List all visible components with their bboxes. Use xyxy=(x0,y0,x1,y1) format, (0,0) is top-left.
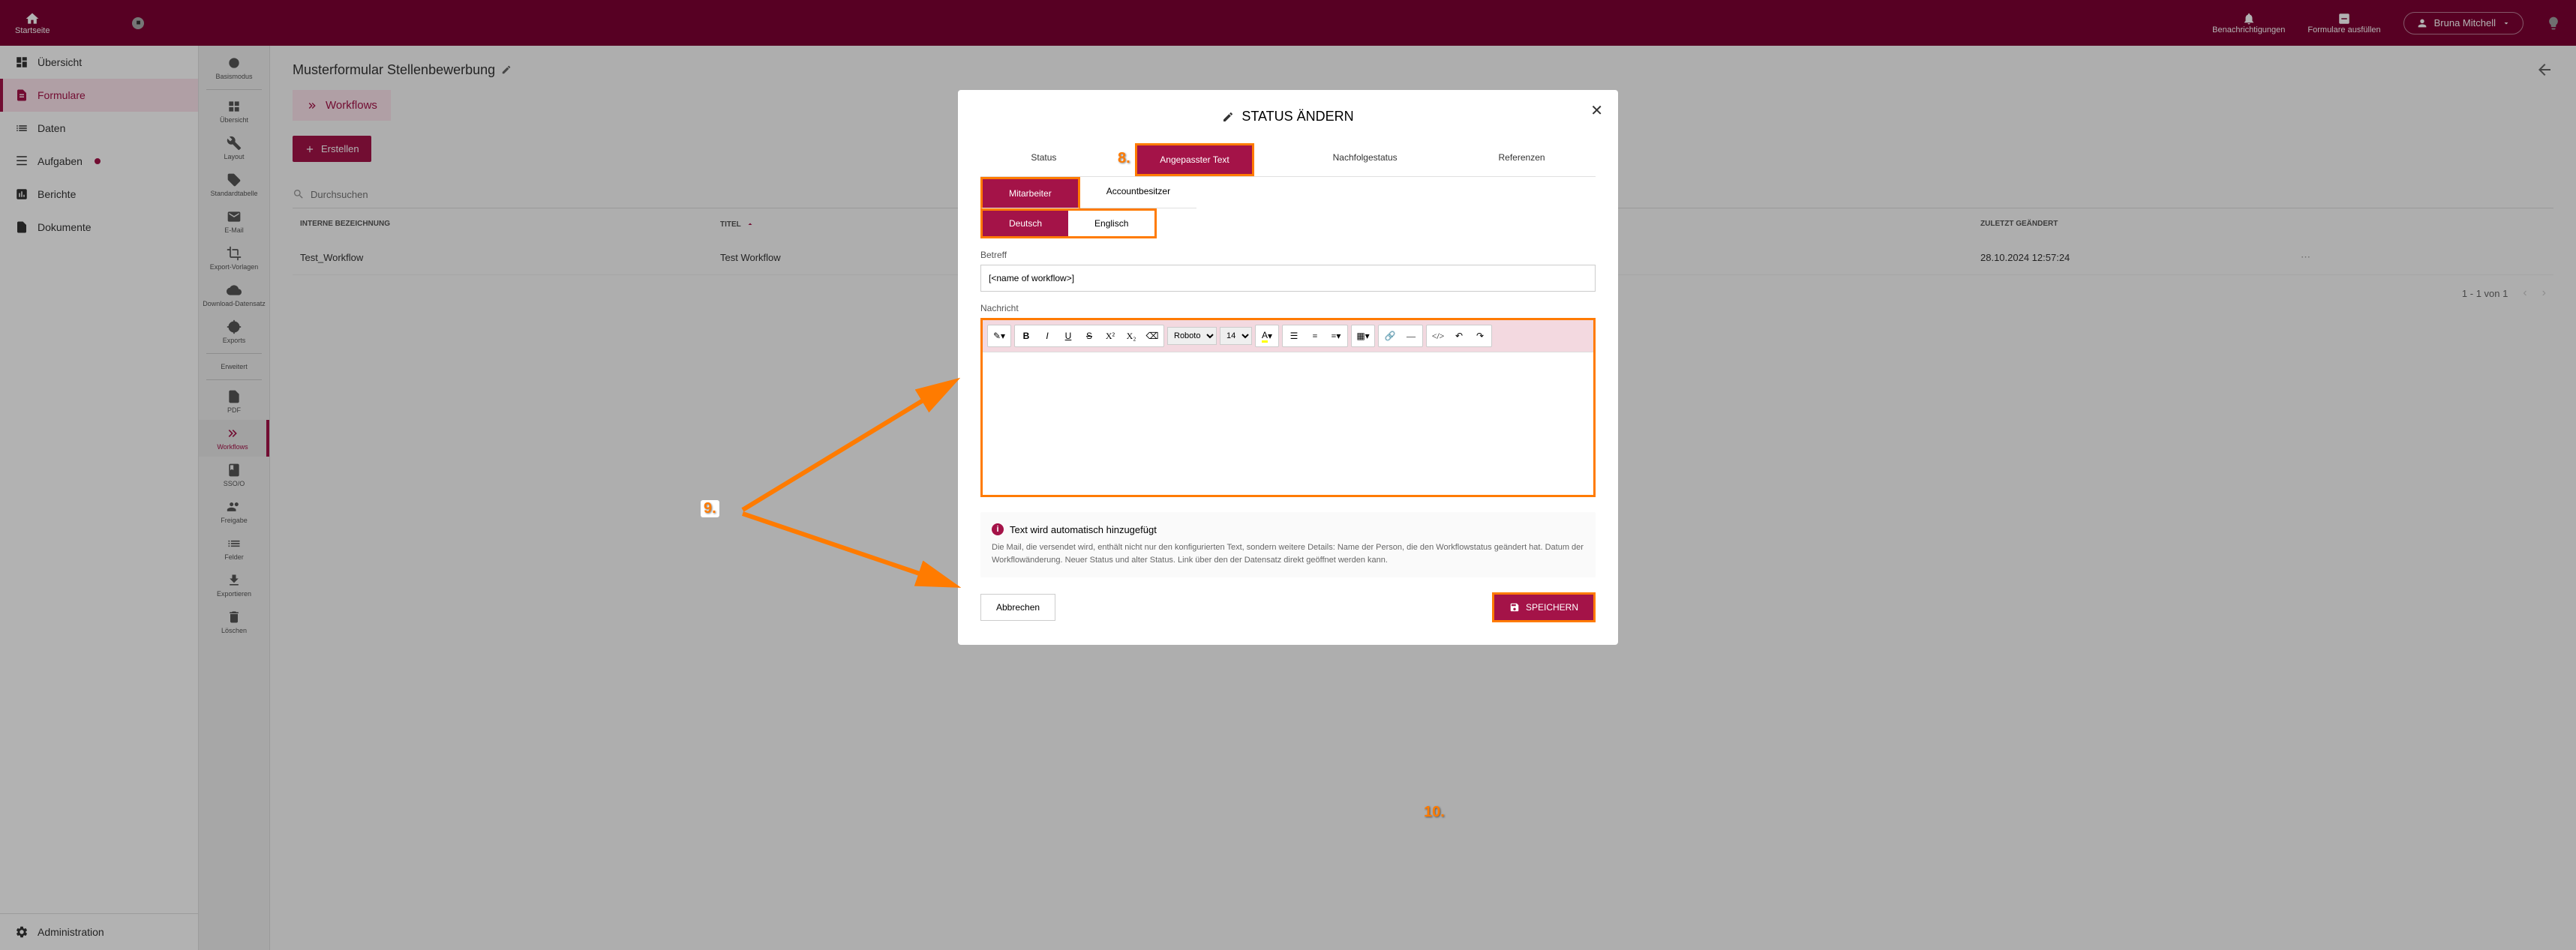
modal-main-tabs: Status Angepasster Text Nachfolgestatus … xyxy=(980,143,1596,177)
modal-dialog: ✕ STATUS ÄNDERN Status Angepasster Text … xyxy=(958,90,1618,645)
save-button[interactable]: SPEICHERN xyxy=(1492,592,1596,622)
tb-bold[interactable]: B xyxy=(1016,327,1036,345)
langtab-german[interactable]: Deutsch xyxy=(983,211,1068,236)
tb-hr[interactable]: — xyxy=(1401,327,1421,345)
tb-subscript[interactable]: X₂ xyxy=(1121,327,1141,345)
tb-superscript[interactable]: X² xyxy=(1100,327,1120,345)
info-box: i Text wird automatisch hinzugefügt Die … xyxy=(980,512,1596,577)
tb-align[interactable]: ≡▾ xyxy=(1326,327,1346,345)
subtab-employee[interactable]: Mitarbeiter xyxy=(980,177,1080,208)
tb-font-size[interactable]: 14 xyxy=(1220,327,1252,345)
tb-underline[interactable]: U xyxy=(1058,327,1078,345)
tb-undo[interactable]: ↶ xyxy=(1449,327,1469,345)
tb-list-unordered[interactable]: ☰ xyxy=(1284,327,1304,345)
pencil-icon xyxy=(1222,111,1234,123)
info-icon: i xyxy=(992,523,1004,535)
rich-text-editor: ✎▾ B I U S X² X₂ ⌫ Roboto 14 A▾ xyxy=(980,318,1596,497)
tb-italic[interactable]: I xyxy=(1037,327,1057,345)
modal-overlay: ✕ STATUS ÄNDERN Status Angepasster Text … xyxy=(0,0,2576,950)
tb-strike[interactable]: S xyxy=(1079,327,1099,345)
tb-code[interactable]: </> xyxy=(1428,327,1448,345)
modal-sub-tabs: Mitarbeiter Accountbesitzer xyxy=(980,177,1596,208)
tb-list-ordered[interactable]: ≡ xyxy=(1305,327,1325,345)
tb-text-color[interactable]: A▾ xyxy=(1257,327,1277,345)
modal-close-button[interactable]: ✕ xyxy=(1590,101,1603,120)
info-text: Die Mail, die versendet wird, enthält ni… xyxy=(992,541,1584,566)
tb-link[interactable]: 🔗 xyxy=(1380,327,1400,345)
langtab-english[interactable]: Englisch xyxy=(1068,211,1154,236)
editor-textarea[interactable] xyxy=(983,352,1593,495)
tab-followup[interactable]: Nachfolgestatus xyxy=(1311,143,1420,176)
subject-label: Betreff xyxy=(980,250,1596,260)
info-title: Text wird automatisch hinzugefügt xyxy=(1010,524,1157,535)
tb-font-name[interactable]: Roboto xyxy=(1167,327,1217,345)
cancel-button[interactable]: Abbrechen xyxy=(980,594,1055,621)
tab-status[interactable]: Status xyxy=(1008,143,1079,176)
editor-toolbar: ✎▾ B I U S X² X₂ ⌫ Roboto 14 A▾ xyxy=(983,320,1593,352)
tab-references[interactable]: Referenzen xyxy=(1476,143,1568,176)
message-label: Nachricht xyxy=(980,303,1596,313)
save-icon xyxy=(1509,602,1520,613)
tb-format-brush[interactable]: ✎▾ xyxy=(989,327,1009,345)
tb-redo[interactable]: ↷ xyxy=(1470,327,1490,345)
modal-title: STATUS ÄNDERN xyxy=(958,90,1618,143)
tb-clear[interactable]: ⌫ xyxy=(1142,327,1162,345)
tab-custom-text[interactable]: Angepasster Text xyxy=(1135,143,1254,176)
tb-table[interactable]: ▦▾ xyxy=(1353,327,1373,345)
modal-lang-tabs: Deutsch Englisch xyxy=(980,208,1157,238)
subtab-owner[interactable]: Accountbesitzer xyxy=(1080,177,1196,208)
subject-input[interactable] xyxy=(980,265,1596,292)
